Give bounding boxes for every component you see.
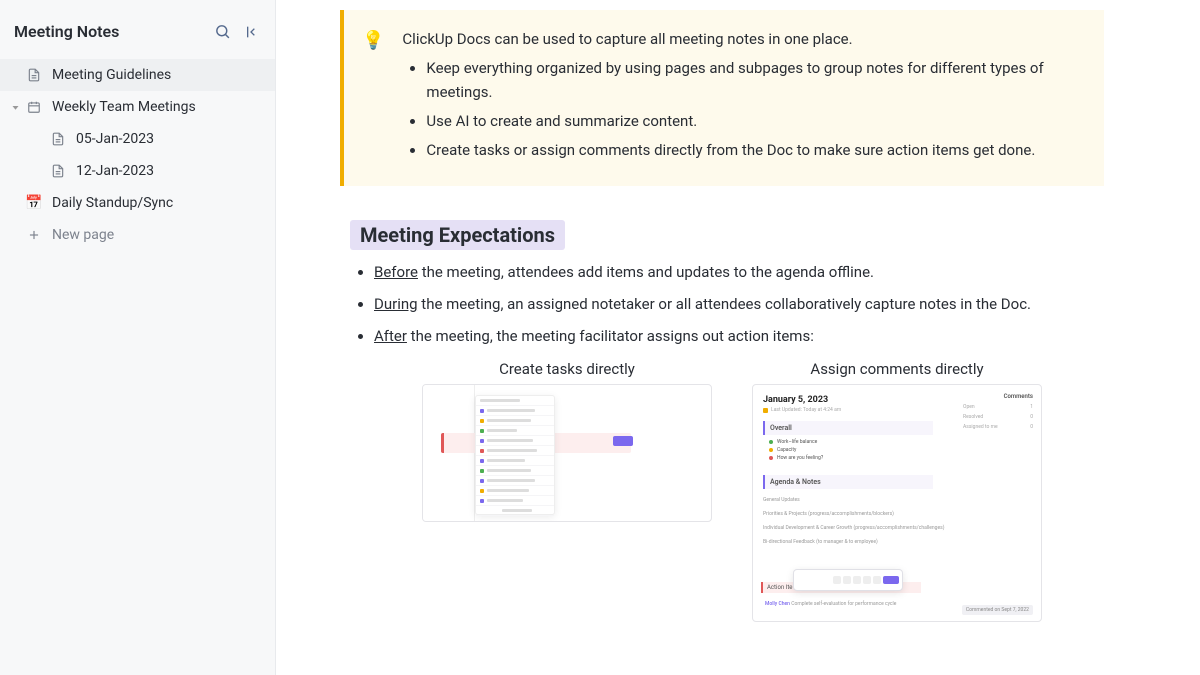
sidebar-header: Meeting Notes — [0, 0, 275, 59]
callout-bullet: Keep everything organized by using pages… — [426, 57, 1076, 104]
image-caption-create-tasks: Create tasks directly — [499, 360, 635, 378]
expectation-item: Before the meeting, attendees add items … — [374, 260, 1104, 284]
expectation-item: During the meeting, an assigned notetake… — [374, 292, 1104, 316]
chevron-down-icon[interactable] — [10, 103, 20, 112]
expectation-item: After the meeting, the meeting facilitat… — [374, 324, 1104, 348]
main-content: 💡 ClickUp Docs can be used to capture al… — [276, 0, 1200, 675]
example-images-row: Create tasks directly — [340, 360, 1104, 622]
plus-icon — [26, 227, 42, 243]
callout-lead: ClickUp Docs can be used to capture all … — [402, 28, 1076, 51]
callout-bullet: Use AI to create and summarize content. — [426, 110, 1076, 133]
screenshot-assign-comments: January 5, 2023 Last Updated: Today at 4… — [752, 384, 1042, 622]
comment-toolbar — [793, 569, 903, 591]
calendar-emoji-icon: 📅 — [26, 195, 42, 211]
collapse-sidebar-icon[interactable] — [245, 24, 261, 40]
lightbulb-icon: 💡 — [362, 30, 384, 168]
new-page-label: New page — [52, 227, 114, 243]
sidebar: Meeting Notes Meeting Guidelines Weekly … — [0, 0, 276, 675]
image-caption-assign-comments: Assign comments directly — [810, 360, 983, 378]
sidebar-title: Meeting Notes — [14, 22, 119, 41]
doc-icon — [50, 163, 66, 179]
nav-label: Daily Standup/Sync — [52, 195, 173, 211]
nav-item-daily-standup[interactable]: 📅 Daily Standup/Sync — [0, 187, 275, 219]
nav-label: Meeting Guidelines — [52, 67, 171, 83]
sidebar-nav: Meeting Guidelines Weekly Team Meetings … — [0, 59, 275, 251]
screenshot-create-tasks — [422, 384, 712, 522]
search-icon[interactable] — [214, 23, 231, 40]
nav-item-meeting-guidelines[interactable]: Meeting Guidelines — [0, 59, 275, 91]
nav-label: 12-Jan-2023 — [76, 163, 154, 179]
calendar-icon — [26, 99, 42, 115]
doc-icon — [26, 67, 42, 83]
new-page-button[interactable]: New page — [0, 219, 275, 251]
nav-label: 05-Jan-2023 — [76, 131, 154, 147]
nav-item-05-jan-2023[interactable]: 05-Jan-2023 — [0, 123, 275, 155]
section-heading-meeting-expectations: Meeting Expectations — [350, 220, 565, 250]
doc-icon — [50, 131, 66, 147]
nav-label: Weekly Team Meetings — [52, 99, 196, 115]
nav-item-12-jan-2023[interactable]: 12-Jan-2023 — [0, 155, 275, 187]
nav-item-weekly-team-meetings[interactable]: Weekly Team Meetings — [0, 91, 275, 123]
callout-tip: 💡 ClickUp Docs can be used to capture al… — [340, 10, 1104, 186]
lock-icon — [763, 408, 768, 413]
expectations-list: Before the meeting, attendees add items … — [340, 260, 1104, 348]
callout-bullet: Create tasks or assign comments directly… — [426, 139, 1076, 162]
